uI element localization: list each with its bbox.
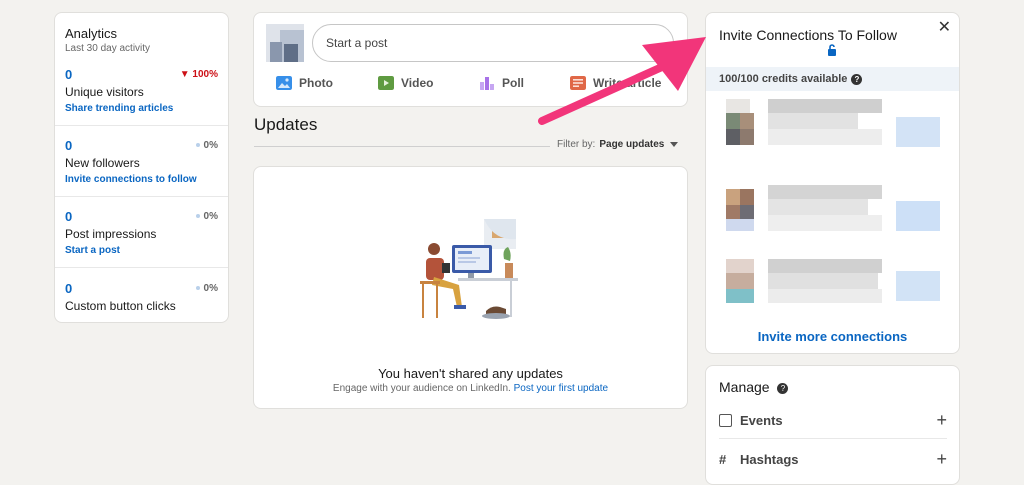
metric-label: Post impressions xyxy=(65,227,157,241)
metric-value: 0 xyxy=(65,67,73,82)
filter-label: Filter by: xyxy=(557,139,596,150)
empty-state-subtitle: Engage with your audience on LinkedIn. P… xyxy=(332,383,609,394)
help-icon[interactable]: ? xyxy=(851,73,863,85)
invite-title: Invite Connections To Follow xyxy=(719,27,897,43)
divider xyxy=(55,125,228,126)
invite-connections-card: Invite Connections To Follow ✕ 100/100 c… xyxy=(705,12,960,354)
poll-icon xyxy=(480,77,494,90)
invite-connections-link[interactable]: Invite connections to follow xyxy=(65,174,197,185)
empty-state-title: You haven't shared any updates xyxy=(378,366,563,381)
photo-icon xyxy=(276,76,292,90)
unlock-icon xyxy=(828,44,836,56)
video-icon xyxy=(378,76,394,90)
caret-down-icon xyxy=(670,141,679,147)
updates-heading: Updates xyxy=(254,115,318,134)
empty-updates-card: You haven't shared any updates Engage wi… xyxy=(253,166,688,409)
divider xyxy=(55,196,228,197)
poll-label: Poll xyxy=(502,76,525,90)
close-icon[interactable]: ✕ xyxy=(938,17,951,37)
add-icon[interactable]: + xyxy=(936,410,947,431)
invite-more-connections-link[interactable]: Invite more connections xyxy=(706,329,959,344)
dot-icon xyxy=(195,286,200,291)
annotation-arrow-icon xyxy=(538,37,706,125)
connection-row[interactable] xyxy=(706,177,959,255)
analytics-title: Analytics xyxy=(65,26,118,41)
connection-row[interactable] xyxy=(706,255,959,333)
credits-bar: 100/100 credits available? xyxy=(706,67,959,91)
metric-value: 0 xyxy=(65,138,73,153)
manage-title: Manage ? xyxy=(719,379,789,395)
filter-divider xyxy=(254,146,550,147)
poll-button[interactable]: Poll xyxy=(479,76,524,90)
metric-value: 0 xyxy=(65,209,73,224)
metric-change: 0% xyxy=(195,211,218,222)
photo-label: Photo xyxy=(299,76,333,90)
video-button[interactable]: Video xyxy=(378,76,433,90)
add-icon[interactable]: + xyxy=(936,449,947,470)
start-a-post-link[interactable]: Start a post xyxy=(65,245,120,256)
filter-value: Page updates xyxy=(599,139,665,150)
help-icon[interactable]: ? xyxy=(777,382,789,394)
metric-label: Unique visitors xyxy=(65,85,144,99)
dot-icon xyxy=(195,143,200,148)
dot-icon xyxy=(195,214,200,219)
connection-row[interactable] xyxy=(706,99,959,177)
manage-card: Manage ? Events + # Hashtags + xyxy=(705,365,960,485)
metric-value: 0 xyxy=(65,281,73,296)
manage-item-hashtags[interactable]: # Hashtags + xyxy=(719,449,947,470)
analytics-subtitle: Last 30 day activity xyxy=(65,43,151,54)
calendar-icon xyxy=(719,414,732,427)
divider xyxy=(55,267,228,268)
post-first-update-link[interactable]: Post your first update xyxy=(514,383,609,394)
filter-dropdown[interactable]: Filter by: Page updates xyxy=(557,139,679,150)
credits-text: 100/100 credits available xyxy=(719,73,848,85)
divider xyxy=(719,438,947,439)
metric-label: Custom button clicks xyxy=(65,299,176,313)
metric-label: New followers xyxy=(65,156,140,170)
analytics-card: Analytics Last 30 day activity 0 ▼ 100% … xyxy=(54,12,229,323)
video-label: Video xyxy=(401,76,434,90)
share-trending-articles-link[interactable]: Share trending articles xyxy=(65,103,173,114)
metric-change: ▼ 100% xyxy=(179,69,218,80)
person-at-desk-illustration xyxy=(420,219,518,319)
photo-button[interactable]: Photo xyxy=(276,76,333,90)
hashtag-icon: # xyxy=(719,452,727,467)
page-avatar xyxy=(266,24,304,62)
down-arrow-icon: ▼ xyxy=(179,69,193,80)
manage-item-events[interactable]: Events + xyxy=(719,410,947,431)
metric-change: 0% xyxy=(195,283,218,294)
metric-change: 0% xyxy=(195,140,218,151)
